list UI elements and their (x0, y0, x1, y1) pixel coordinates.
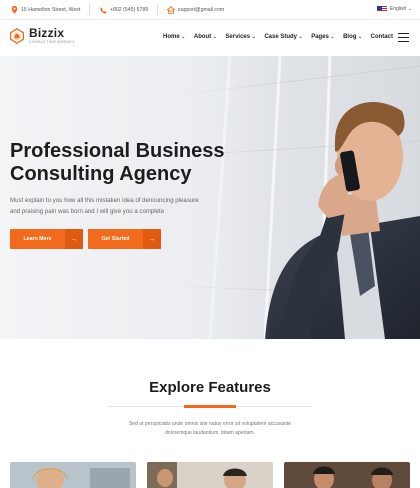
features-title: Explore Features (149, 379, 271, 396)
nav-label: Pages (311, 34, 329, 40)
nav-item-contact[interactable]: Contact (371, 34, 393, 40)
nav-label: Home (163, 34, 180, 40)
email-text: support@gmail.com (178, 7, 225, 13)
section-divider-accent (184, 405, 236, 408)
get-started-button[interactable]: Get Started → (88, 229, 161, 249)
features-description-line: Sed ut perspiciatis unde omnis iste natu… (128, 421, 292, 427)
nav-label: About (193, 34, 212, 40)
button-label: Get Started (101, 236, 130, 242)
feature-photo (10, 462, 136, 488)
hero-description: Must explain to you how all this mistake… (10, 196, 240, 217)
home-mail-icon (167, 6, 175, 14)
phone-text: +802 (545) 6789 (110, 7, 149, 13)
button-label: Learn More (23, 236, 52, 242)
logo-name: Bizzix (29, 26, 65, 40)
phone-info[interactable]: +802 (545) 6789 (99, 6, 148, 14)
language-label: English (389, 6, 407, 12)
nav-item-case-study[interactable]: Case Study ⌄ (264, 34, 302, 40)
hero-description-line: and praising pain was born and I will gi… (10, 207, 165, 215)
hero-description-line: Must explain to you how all this mistake… (10, 197, 199, 204)
feature-card-image[interactable] (147, 462, 273, 488)
feature-photo (284, 462, 410, 488)
email-info[interactable]: support@gmail.com (167, 6, 224, 14)
language-selector[interactable]: English ⌄ (376, 6, 412, 12)
nav-label: Services (225, 34, 251, 40)
arrow-right-icon: → (65, 229, 83, 249)
nav-label: Blog (343, 34, 357, 40)
chevron-down-icon: ⌄ (357, 34, 363, 40)
hero-title-line: Professional Business (10, 140, 225, 162)
feature-card-image[interactable] (10, 462, 136, 488)
map-pin-icon (10, 6, 18, 14)
hero-section: Professional Business Consulting Agency … (0, 56, 420, 339)
chevron-down-icon: ⌄ (212, 34, 217, 40)
logo[interactable]: Bizzix CONSULTING AGENCY (9, 26, 76, 44)
arrow-right-icon: → (143, 229, 161, 249)
address-text: 15 Hamelton Street, West (21, 7, 81, 13)
hero-title-line: Consulting Agency (10, 163, 192, 185)
logo-tagline: CONSULTING AGENCY (29, 40, 76, 44)
nav-item-blog[interactable]: Blog ⌄ (343, 34, 362, 40)
nav-item-services[interactable]: Services ⌄ (225, 34, 255, 40)
main-nav: Home ⌄ About ⌄ Services ⌄ Case Study ⌄ Pages… (163, 34, 401, 40)
top-info-bar: 15 Hamelton Street, West +802 (545) 6789… (0, 0, 420, 20)
us-flag-icon (376, 6, 387, 12)
divider (89, 4, 90, 15)
hero-title: Professional Business Consulting Agency (10, 140, 270, 186)
chevron-down-icon: ⌄ (251, 34, 256, 40)
site-header: Bizzix CONSULTING AGENCY Home ⌄ About ⌄ Se… (0, 20, 420, 56)
nav-item-pages[interactable]: Pages ⌄ (311, 34, 334, 40)
features-description-line: doloremque laudantium, totam aperiam. (164, 429, 256, 436)
chevron-down-icon: ⌄ (330, 34, 335, 40)
nav-item-home[interactable]: Home ⌄ (163, 34, 185, 40)
chevron-down-icon: ⌄ (298, 34, 303, 40)
nav-label: Contact (370, 34, 393, 40)
chevron-down-icon: ⌄ (407, 6, 412, 12)
address-info: 15 Hamelton Street, West (10, 6, 80, 14)
features-description: Sed ut perspiciatis unde omnis iste natu… (95, 420, 325, 437)
chevron-down-icon: ⌄ (181, 34, 186, 40)
nav-item-about[interactable]: About ⌄ (194, 34, 217, 40)
logo-icon (9, 28, 25, 44)
learn-more-button[interactable]: Learn More → (10, 229, 83, 249)
hamburger-menu-icon[interactable] (398, 33, 409, 42)
feature-photo (147, 462, 273, 488)
feature-card-image[interactable] (284, 462, 410, 488)
divider (157, 4, 158, 15)
nav-label: Case Study (264, 34, 297, 40)
phone-icon (99, 6, 107, 14)
